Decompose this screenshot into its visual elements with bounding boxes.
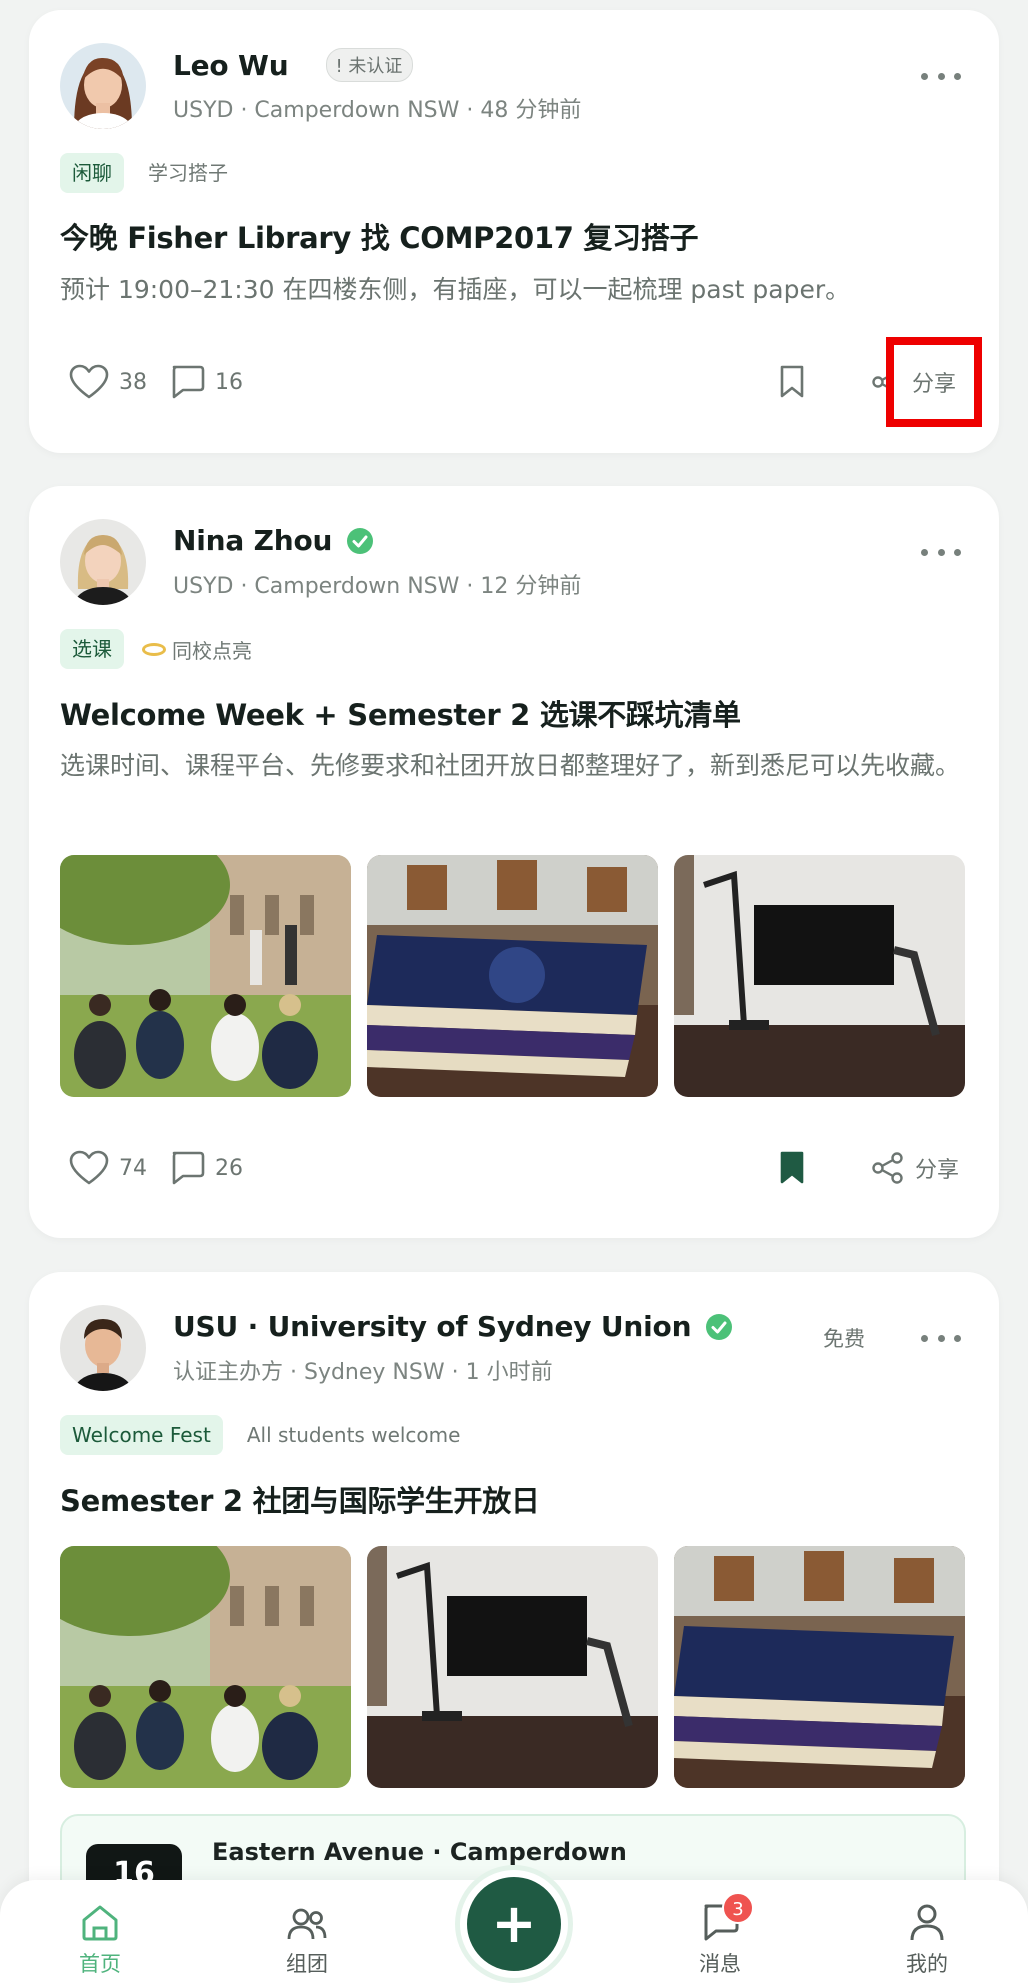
comment-icon <box>172 1151 205 1185</box>
more-menu-icon[interactable] <box>921 64 961 88</box>
avatar[interactable] <box>60 1305 146 1391</box>
post-tags: 选课 同校点亮 <box>60 629 252 669</box>
post-title[interactable]: 今晚 Fisher Library 找 COMP2017 复习搭子 <box>60 215 699 257</box>
price-label: 免费 <box>823 1327 865 1351</box>
event-images <box>60 1546 965 1788</box>
event-image-books[interactable] <box>674 1546 965 1788</box>
category-tag[interactable]: 闲聊 <box>60 153 124 193</box>
verified-icon <box>706 1313 733 1340</box>
group-icon <box>287 1908 327 1940</box>
home-icon <box>82 1905 118 1941</box>
tab-messages[interactable]: 3 消息 <box>670 1892 770 1978</box>
comment-button[interactable]: 26 <box>169 1150 243 1186</box>
like-button[interactable]: 74 <box>69 1150 147 1186</box>
bookmark-button[interactable] <box>779 365 805 399</box>
unverified-badge: ! 未认证 <box>326 48 414 82</box>
plus-icon: + <box>491 1892 537 1955</box>
share-button[interactable]: 分享 <box>871 1151 959 1185</box>
post-actions: 38 16 分享 <box>69 362 959 402</box>
tab-messages-label: 消息 <box>699 1952 741 1976</box>
post-tags: 闲聊 学习搭子 <box>60 153 228 193</box>
like-count: 74 <box>119 1155 147 1181</box>
author-line: USU · University of Sydney Union <box>173 1310 733 1343</box>
topic-tag[interactable]: 学习搭子 <box>148 161 228 185</box>
like-button[interactable]: 38 <box>69 364 147 400</box>
event-location: Eastern Avenue · Camperdown <box>212 1838 627 1866</box>
highlight-tag[interactable]: 同校点亮 <box>142 635 252 664</box>
event-card[interactable]: USU · University of Sydney Union 认证主办方 ·… <box>29 1272 999 1972</box>
tab-home-label: 首页 <box>79 1952 121 1976</box>
event-image-desk-monitor[interactable] <box>367 1546 658 1788</box>
verified-icon <box>347 527 374 554</box>
share-highlight[interactable]: 分享 <box>886 337 982 427</box>
heart-icon <box>69 1150 109 1185</box>
author-name[interactable]: Leo Wu <box>173 49 289 82</box>
post-image-campus-lawn[interactable] <box>60 855 351 1097</box>
avatar[interactable] <box>60 519 146 605</box>
post-description: 预计 19:00–21:30 在四楼东侧，有插座，可以一起梳理 past pap… <box>60 275 851 304</box>
share-label: 分享 <box>914 1158 959 1183</box>
category-tag[interactable]: 选课 <box>60 629 124 669</box>
event-image-campus-lawn[interactable] <box>60 1546 351 1788</box>
event-category-tag[interactable]: Welcome Fest <box>60 1415 223 1455</box>
audience-tag: All students welcome <box>246 1423 461 1447</box>
post-description: 选课时间、课程平台、先修要求和社团开放日都整理好了，新到悉尼可以先收藏。 <box>60 751 961 780</box>
tab-me-label: 我的 <box>906 1952 948 1976</box>
create-post-button[interactable]: + <box>460 1870 568 1978</box>
tab-home[interactable]: 首页 <box>50 1898 150 1978</box>
bookmark-button[interactable] <box>779 1151 805 1185</box>
post-meta: 认证主办方 · Sydney NSW · 1 小时前 <box>173 1360 553 1385</box>
comment-count: 16 <box>215 369 243 395</box>
author-line: Leo Wu ! 未认证 <box>173 48 414 82</box>
comment-icon <box>172 365 205 399</box>
tab-groups-label: 组团 <box>286 1952 328 1976</box>
comment-count: 26 <box>215 1155 243 1181</box>
post-image-books[interactable] <box>367 855 658 1097</box>
post-card[interactable]: Leo Wu ! 未认证 USYD · Camperdown NSW · 48 … <box>29 10 999 453</box>
author-name[interactable]: USU · University of Sydney Union <box>173 1310 692 1343</box>
bookmark-filled-icon <box>780 1151 804 1184</box>
avatar[interactable] <box>60 43 146 129</box>
post-meta: USYD · Camperdown NSW · 48 分钟前 <box>173 98 582 123</box>
post-meta: USYD · Camperdown NSW · 12 分钟前 <box>173 574 582 599</box>
tab-groups[interactable]: 组团 <box>257 1898 357 1978</box>
post-title[interactable]: Welcome Week + Semester 2 选课不踩坑清单 <box>60 692 741 734</box>
profile-icon <box>910 1904 944 1941</box>
tab-me[interactable]: 我的 <box>877 1898 977 1978</box>
event-tags: Welcome Fest All students welcome <box>60 1415 460 1455</box>
halo-icon <box>142 642 166 656</box>
heart-icon <box>69 364 109 399</box>
highlight-tag-label: 同校点亮 <box>172 638 252 663</box>
share-icon <box>872 1152 903 1184</box>
post-card[interactable]: Nina Zhou USYD · Camperdown NSW · 12 分钟前… <box>29 486 999 1238</box>
more-menu-icon[interactable] <box>921 540 961 564</box>
unread-badge: 3 <box>722 1892 754 1924</box>
author-line: Nina Zhou <box>173 524 374 557</box>
more-menu-icon[interactable] <box>921 1326 961 1350</box>
author-name[interactable]: Nina Zhou <box>173 524 332 557</box>
comment-button[interactable]: 16 <box>169 364 243 400</box>
like-count: 38 <box>119 369 147 395</box>
post-actions: 74 26 分享 <box>69 1148 959 1188</box>
post-image-desk-monitor[interactable] <box>674 855 965 1097</box>
share-highlight-label: 分享 <box>911 372 956 397</box>
bookmark-icon <box>780 365 804 398</box>
post-images <box>60 855 965 1097</box>
event-title[interactable]: Semester 2 社团与国际学生开放日 <box>60 1478 540 1520</box>
